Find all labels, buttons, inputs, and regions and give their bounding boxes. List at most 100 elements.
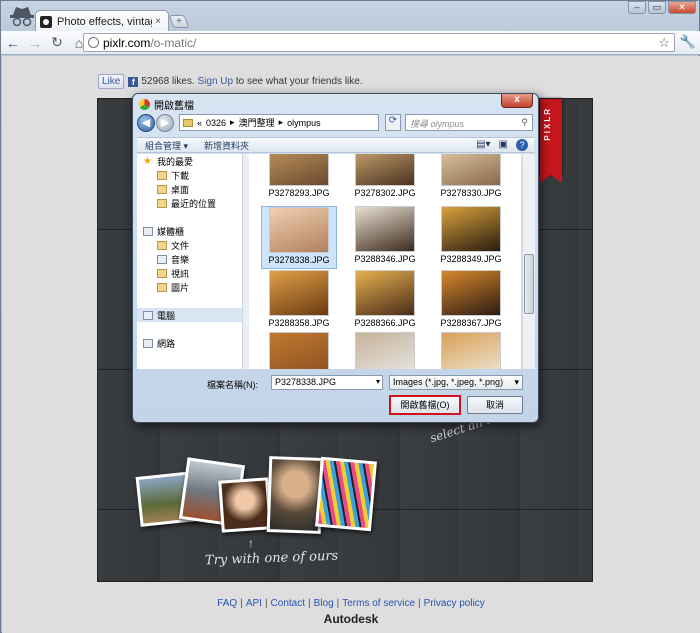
breadcrumb-item[interactable]: 澳門整理 [239, 116, 275, 129]
preview-pane-icon[interactable]: ▣ [499, 139, 508, 151]
file-item[interactable]: P3278330.JPG [433, 154, 509, 203]
address-bar[interactable]: pixlr.com/o-matic/ ☆ [83, 33, 675, 52]
nav-item[interactable]: 音樂 [137, 252, 242, 266]
nav-item[interactable]: ★ 我的最愛 [137, 154, 242, 168]
dialog-refresh-icon[interactable]: ⟳ [385, 114, 401, 131]
chevron-down-icon: ▾ [514, 377, 519, 387]
up-arrow-icon: ↑ [248, 536, 254, 550]
file-item[interactable] [261, 332, 337, 369]
filename-label: 檔案名稱(N): [207, 380, 258, 390]
footer-link-contact[interactable]: Contact [271, 598, 305, 609]
file-thumbnail [441, 206, 501, 252]
dialog-title: 開啟舊檔 [139, 97, 194, 112]
minimize-button[interactable]: – [628, 1, 646, 14]
browser-window: Photo effects, vintage, retr × + – ▭ ✕ ←… [0, 0, 700, 633]
folder-icon [157, 198, 167, 208]
dialog-search-input[interactable]: 搜尋 olympus ⚲ [405, 114, 533, 131]
breadcrumb-item[interactable]: olympus [287, 118, 321, 128]
nav-item[interactable]: 最近的位置 [137, 196, 242, 210]
nav-item-label: 我的最愛 [157, 156, 194, 167]
help-icon[interactable]: ? [516, 139, 528, 151]
open-file-dialog: 開啟舊檔 x ◀ ▶ « 0326 ▸ 澳門整理 ▸ olympus ⟳ 搜尋 … [132, 93, 539, 423]
footer-link-terms[interactable]: Terms of service [342, 598, 415, 609]
sample-photo[interactable] [218, 477, 272, 533]
file-thumbnail [441, 332, 501, 369]
filename-row: 檔案名稱(N): P3278338.JPG ▾ Images (*.jpg, *… [137, 374, 534, 392]
facebook-icon: f [128, 76, 139, 87]
fb-signup-link[interactable]: Sign Up [198, 76, 234, 87]
file-name: P3278293.JPG [268, 188, 330, 198]
tab-title: Photo effects, vintage, retr [57, 15, 152, 28]
filename-dropdown-icon[interactable]: ▾ [373, 375, 383, 390]
close-window-button[interactable]: ✕ [668, 1, 696, 14]
dialog-buttons: 開啟舊檔(O) 取消 [137, 395, 534, 417]
star-icon: ★ [143, 155, 152, 167]
file-item[interactable]: P3288346.JPG [347, 206, 423, 269]
nav-item[interactable]: 電腦 [137, 308, 242, 322]
facebook-like-bar: Like f 52968 likes. Sign Up to see what … [98, 74, 363, 89]
file-scrollbar[interactable] [522, 154, 535, 369]
nav-item-label: 媒體櫃 [157, 226, 185, 237]
nav-item[interactable]: 文件 [137, 238, 242, 252]
file-item[interactable] [347, 332, 423, 369]
file-grid: P3278293.JPG P3278302.JPG P3278330.JPG P327… [249, 154, 521, 369]
file-item[interactable]: P3288367.JPG [433, 270, 509, 333]
file-item[interactable]: P3288349.JPG [433, 206, 509, 269]
network-icon [143, 338, 153, 348]
file-item[interactable]: P3278338.JPG [261, 206, 337, 269]
dialog-back-icon[interactable]: ◀ [137, 114, 155, 132]
file-item[interactable]: P3278302.JPG [347, 154, 423, 203]
forward-arrow-icon[interactable]: → [25, 33, 45, 53]
nav-item[interactable]: 媒體櫃 [137, 224, 242, 238]
file-item[interactable]: P3288358.JPG [261, 270, 337, 333]
footer-link-privacy[interactable]: Privacy policy [424, 598, 485, 609]
file-item[interactable] [433, 332, 509, 369]
footer-link-api[interactable]: API [246, 598, 262, 609]
fb-like-button[interactable]: Like [98, 74, 125, 89]
maximize-button[interactable]: ▭ [648, 1, 666, 14]
nav-item[interactable]: 下載 [137, 168, 242, 182]
nav-item-label: 音樂 [171, 254, 190, 265]
back-arrow-icon[interactable]: ← [3, 33, 23, 53]
nav-item-label: 文件 [171, 240, 190, 251]
new-tab-button[interactable]: + [168, 15, 190, 28]
nav-item[interactable]: 圖片 [137, 280, 242, 294]
file-thumbnail [355, 206, 415, 252]
file-item[interactable]: P3278293.JPG [261, 154, 337, 203]
wrench-menu-icon[interactable]: 🔧 [679, 34, 697, 52]
dialog-forward-icon[interactable]: ▶ [156, 114, 174, 132]
file-thumbnail [355, 332, 415, 369]
new-folder-button[interactable]: 新增資料夾 [204, 139, 249, 152]
autodesk-logo: Autodesk [323, 612, 379, 626]
nav-item[interactable]: 視訊 [137, 266, 242, 280]
footer-link-faq[interactable]: FAQ [217, 598, 237, 609]
filetype-select[interactable]: Images (*.jpg, *.jpeg, *.png) ▾ [389, 375, 523, 390]
tab-close-icon[interactable]: × [152, 16, 164, 27]
bookmark-star-icon[interactable]: ☆ [658, 35, 670, 51]
footer-link-blog[interactable]: Blog [314, 598, 334, 609]
breadcrumb[interactable]: « 0326 ▸ 澳門整理 ▸ olympus [179, 114, 379, 131]
breadcrumb-overflow[interactable]: « [197, 118, 202, 128]
sample-photo[interactable] [315, 456, 377, 532]
open-button[interactable]: 開啟舊檔(O) [389, 395, 461, 415]
url-text: pixlr.com/o-matic/ [103, 35, 197, 50]
nav-item[interactable]: 網路 [137, 336, 242, 350]
filename-input[interactable]: P3278338.JPG [271, 375, 383, 390]
file-thumbnail [355, 270, 415, 316]
dialog-close-button[interactable]: x [501, 94, 533, 108]
footer-links: FAQ | API | Contact | Blog | Terms of service | Pr… [217, 598, 485, 609]
view-options-icon[interactable]: ▤▾ [476, 139, 490, 151]
nav-item-label: 最近的位置 [171, 198, 217, 209]
music-icon [157, 254, 167, 264]
tab-pixlr[interactable]: Photo effects, vintage, retr × [35, 10, 169, 32]
file-item[interactable]: P3288366.JPG [347, 270, 423, 333]
folder-icon [157, 268, 167, 278]
folder-icon [157, 170, 167, 180]
organize-button[interactable]: 組合管理 ▾ [145, 139, 188, 152]
reload-icon[interactable]: ↻ [47, 33, 67, 53]
nav-item[interactable]: 桌面 [137, 182, 242, 196]
ribbon-text: PIXLR [543, 107, 552, 141]
cancel-button[interactable]: 取消 [467, 396, 523, 414]
breadcrumb-item[interactable]: 0326 [206, 118, 226, 128]
